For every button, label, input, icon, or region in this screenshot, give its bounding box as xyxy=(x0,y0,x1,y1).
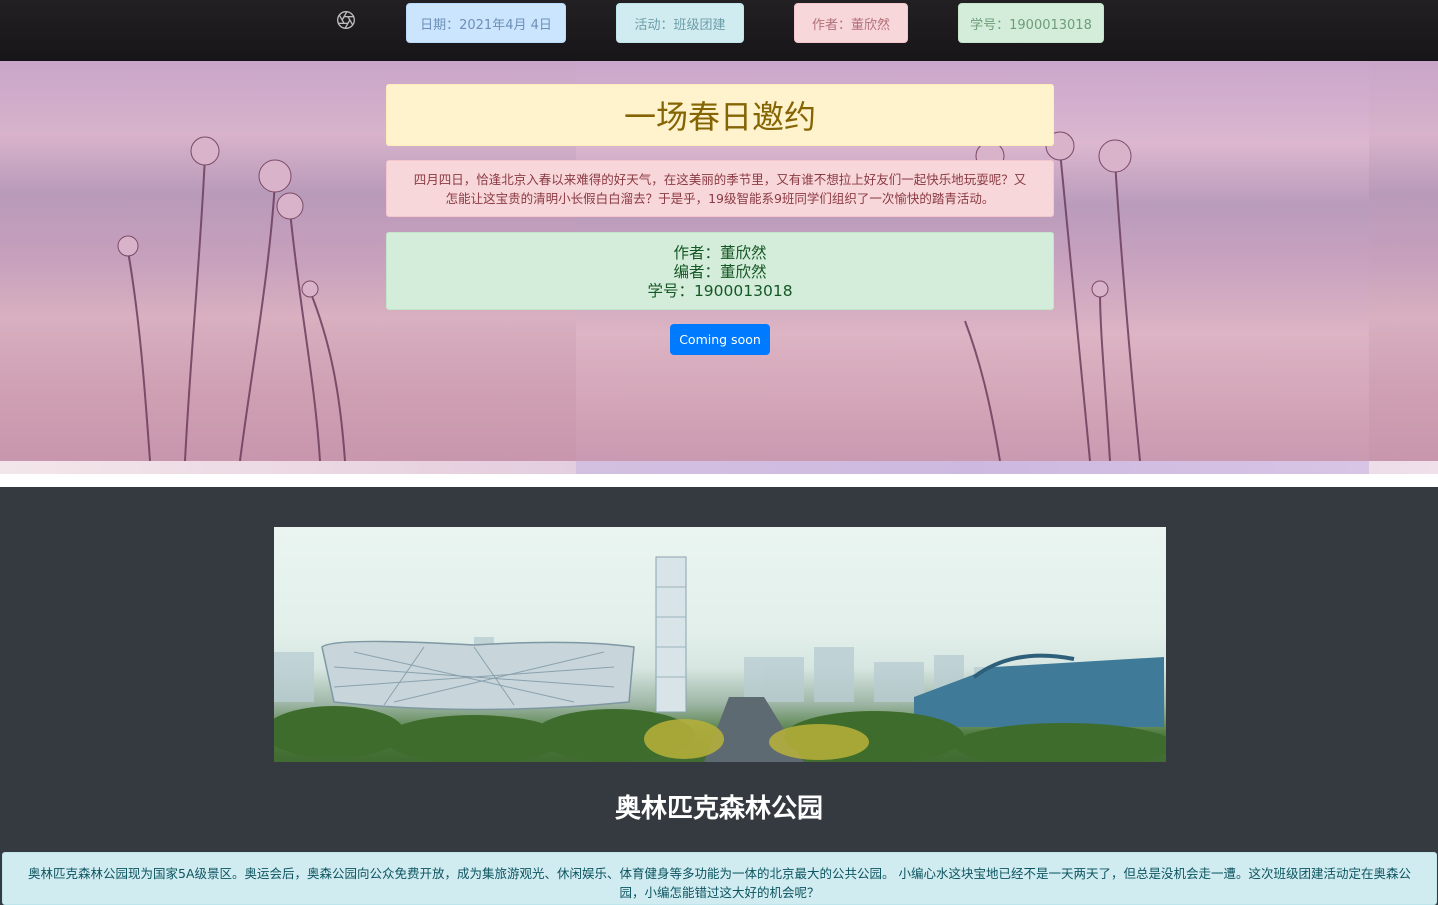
nav-activity-badge[interactable]: 活动：班级团建 xyxy=(616,3,744,43)
park-title: 奥林匹克森林公园 xyxy=(614,794,823,824)
section-divider xyxy=(0,474,1438,487)
nav-student-id-badge[interactable]: 学号：1900013018 xyxy=(958,3,1104,43)
student-id-line: 学号：1900013018 xyxy=(647,282,793,300)
park-description: 奥林匹克森林公园现为国家5A级景区。奥运会后，奥森公园向公众免费开放，成为集旅游… xyxy=(2,852,1437,905)
author-info-box: 作者：董欣然 编者：董欣然 学号：1900013018 xyxy=(386,232,1054,310)
hero-intro: 四月四日，恰逢北京入春以来难得的好天气，在这美丽的季节里，又有谁不想拉上好友们一… xyxy=(386,160,1054,217)
top-navbar: 日期：2021年4月 4日 活动：班级团建 作者：董欣然 学号：19000130… xyxy=(0,0,1438,61)
park-skyline-illustration xyxy=(274,556,1166,762)
nav-date-badge[interactable]: 日期：2021年4月 4日 xyxy=(406,3,566,43)
olympic-park-photo xyxy=(274,527,1166,762)
park-section: 奥林匹克森林公园 奥林匹克森林公园现为国家5A级景区。奥运会后，奥森公园向公众免… xyxy=(0,487,1438,905)
aperture-icon[interactable] xyxy=(336,10,356,30)
author-line: 作者：董欣然 xyxy=(673,244,767,262)
nav-author-badge[interactable]: 作者：董欣然 xyxy=(794,3,908,43)
hero-title: 一场春日邀约 xyxy=(386,84,1054,146)
coming-soon-button[interactable]: Coming soon xyxy=(670,324,770,355)
editor-line: 编者：董欣然 xyxy=(673,263,767,281)
hero-bottom-strip-mid xyxy=(576,461,1369,474)
